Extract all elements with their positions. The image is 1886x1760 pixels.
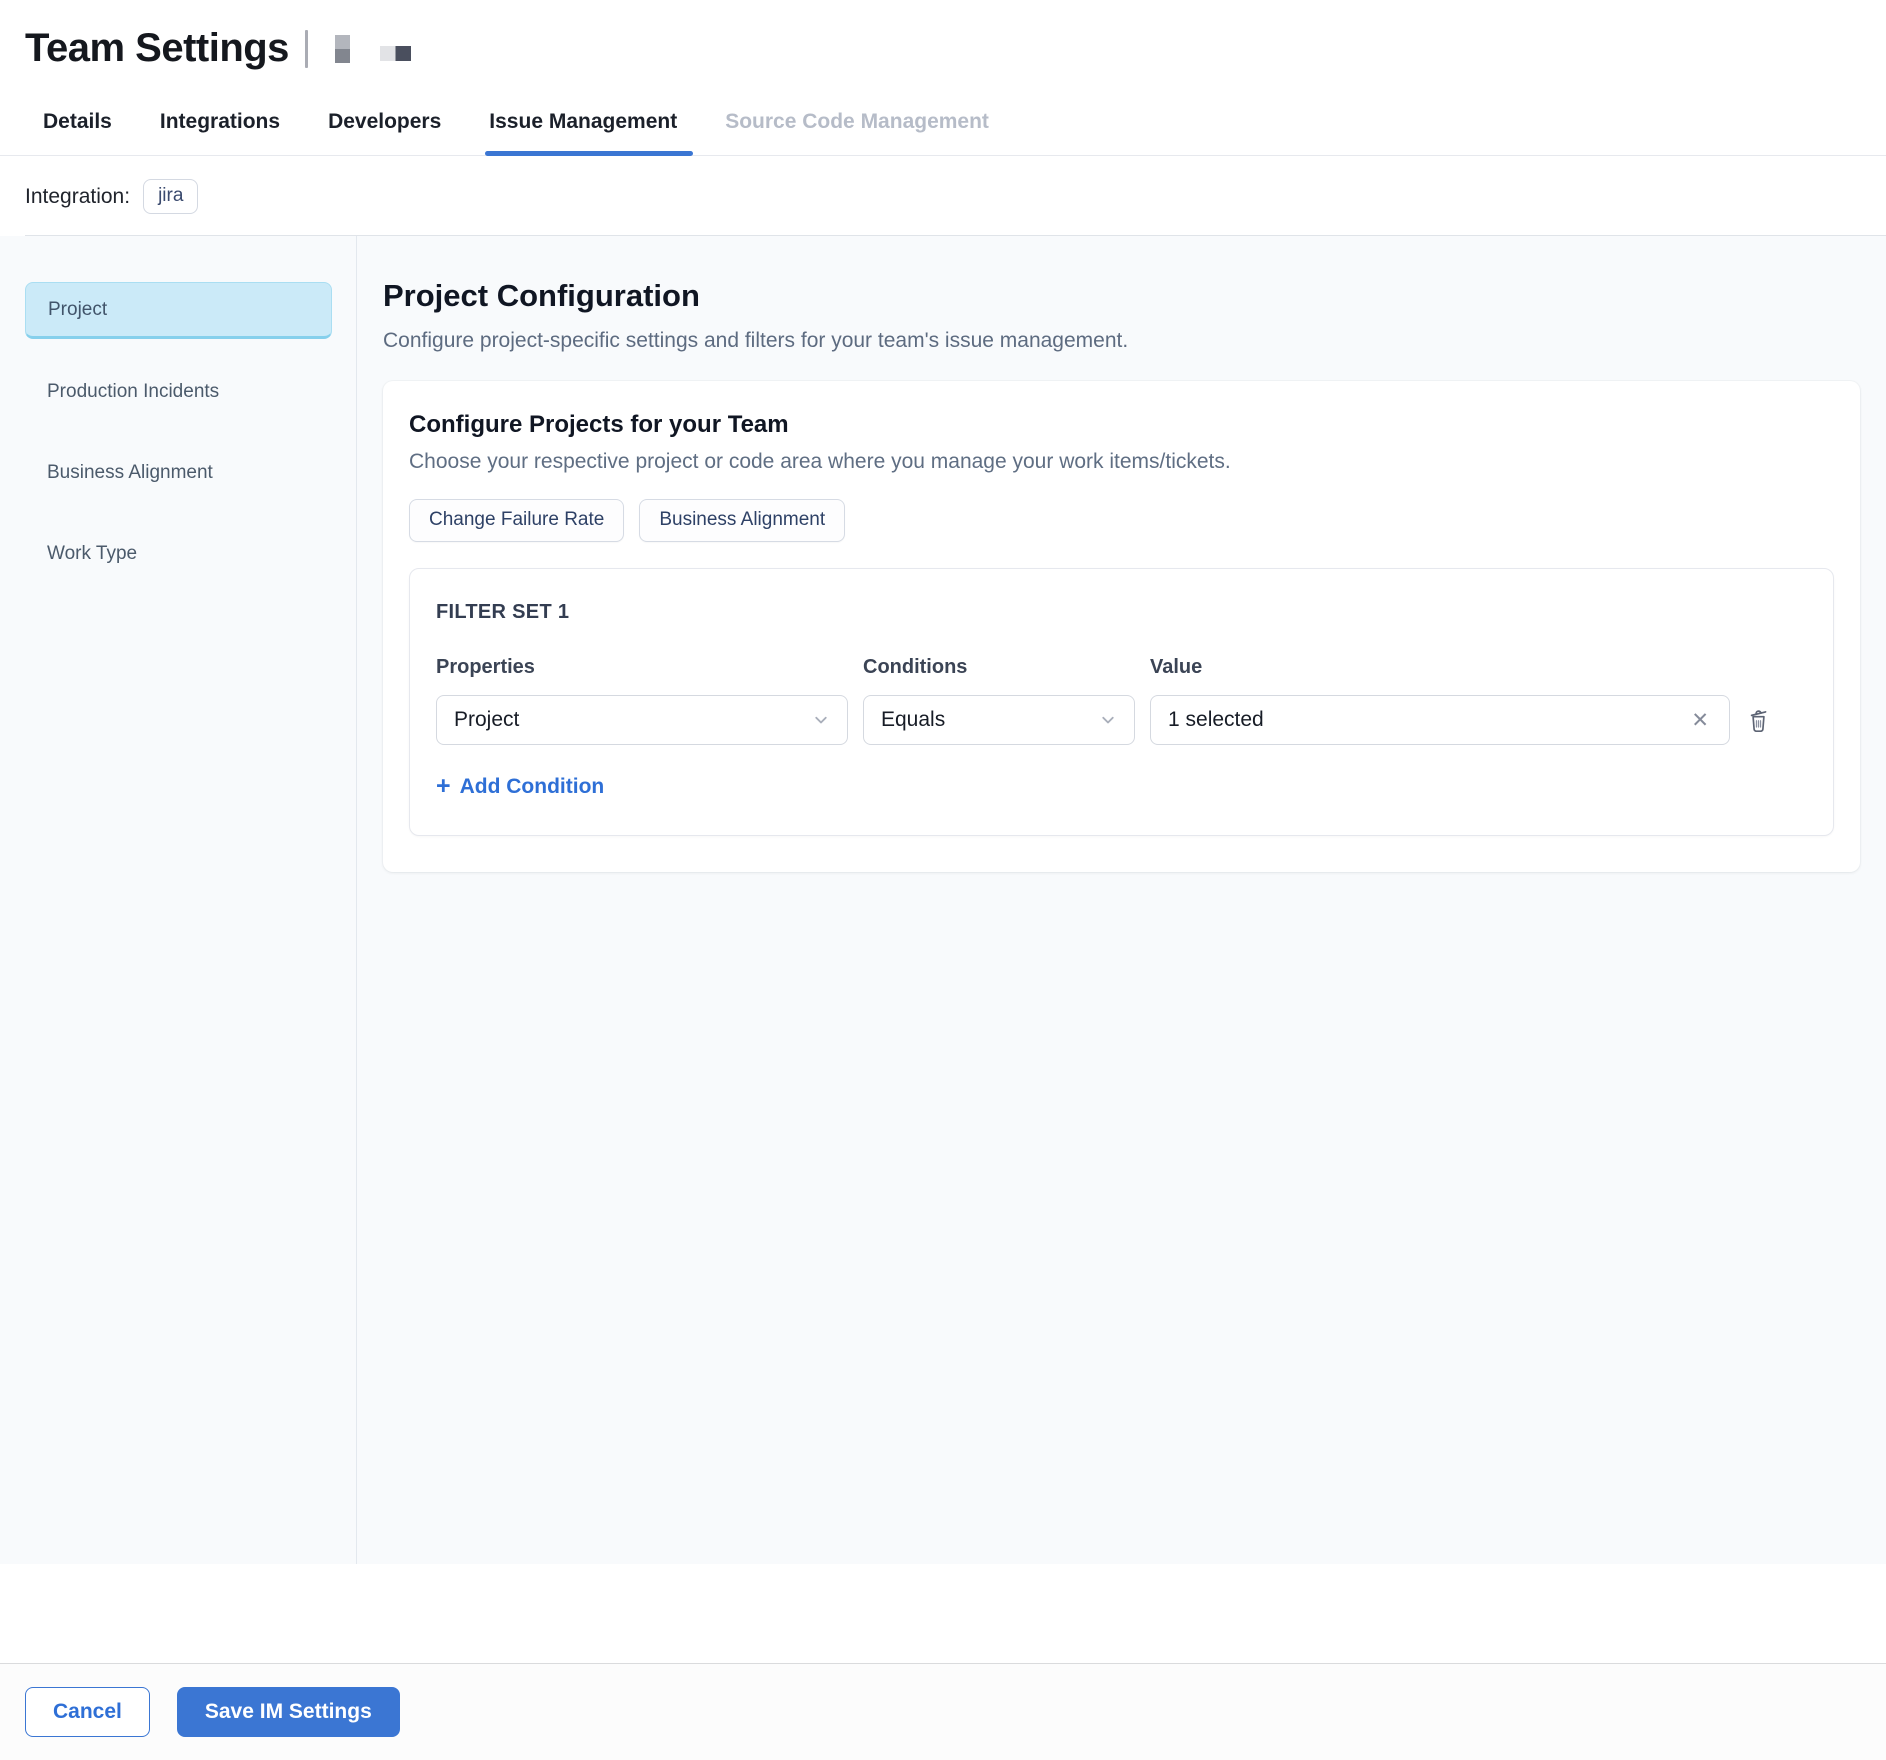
column-label-properties: Properties: [436, 656, 848, 679]
metric-chip-row: Change Failure Rate Business Alignment: [409, 499, 1834, 542]
chip-change-failure-rate[interactable]: Change Failure Rate: [409, 499, 624, 542]
trash-icon: [1745, 707, 1772, 734]
integration-row: Integration: jira: [0, 156, 1886, 235]
sidebar-item-production-incidents[interactable]: Production Incidents: [25, 363, 332, 420]
chevron-down-icon: [811, 710, 831, 730]
configure-projects-card: Configure Projects for your Team Choose …: [383, 381, 1860, 872]
filter-set-1: FILTER SET 1 Properties Conditions Value…: [409, 568, 1834, 836]
properties-select-value: Project: [454, 708, 519, 732]
title-separator: [305, 30, 308, 68]
tab-issue-management[interactable]: Issue Management: [487, 87, 679, 155]
page-header: Team Settings: [0, 0, 1886, 87]
tab-developers[interactable]: Developers: [326, 87, 443, 155]
tab-integrations[interactable]: Integrations: [158, 87, 282, 155]
section-title: Project Configuration: [383, 278, 1860, 314]
bottom-spacer: [0, 1564, 1886, 1663]
cancel-button[interactable]: Cancel: [25, 1687, 150, 1737]
integration-chip-jira[interactable]: jira: [143, 179, 198, 214]
redacted-team-badge: [335, 35, 350, 63]
sidebar-item-project[interactable]: Project: [25, 282, 332, 339]
tab-source-code-management[interactable]: Source Code Management: [723, 87, 991, 155]
properties-select[interactable]: Project: [436, 695, 848, 745]
redacted-team-name: [380, 46, 411, 61]
main-panel: Project Configuration Configure project-…: [357, 236, 1886, 1564]
conditions-select[interactable]: Equals: [863, 695, 1135, 745]
add-condition-label: Add Condition: [460, 775, 605, 799]
card-title: Configure Projects for your Team: [409, 411, 1834, 439]
column-label-value: Value: [1150, 656, 1730, 679]
value-select-text: 1 selected: [1168, 708, 1264, 732]
settings-tabbar: Details Integrations Developers Issue Ma…: [0, 87, 1886, 156]
sidebar-item-business-alignment[interactable]: Business Alignment: [25, 444, 332, 501]
value-multiselect[interactable]: 1 selected ✕: [1150, 695, 1730, 745]
content-area: Project Production Incidents Business Al…: [0, 236, 1886, 1564]
add-condition-button[interactable]: + Add Condition: [436, 775, 604, 799]
column-label-conditions: Conditions: [863, 656, 1135, 679]
settings-sidebar: Project Production Incidents Business Al…: [0, 236, 357, 1564]
filter-row: Properties Conditions Value Project Equa…: [436, 656, 1807, 745]
page-title: Team Settings: [25, 26, 289, 71]
section-subtitle: Configure project-specific settings and …: [383, 329, 1860, 353]
clear-value-icon[interactable]: ✕: [1687, 706, 1713, 735]
footer-actions: Cancel Save IM Settings: [0, 1663, 1886, 1760]
chip-business-alignment[interactable]: Business Alignment: [639, 499, 845, 542]
delete-filter-button[interactable]: [1745, 707, 1772, 734]
chevron-down-icon: [1098, 710, 1118, 730]
integration-label: Integration:: [25, 185, 130, 209]
save-im-settings-button[interactable]: Save IM Settings: [177, 1687, 400, 1737]
conditions-select-value: Equals: [881, 708, 945, 732]
plus-icon: +: [436, 774, 451, 799]
sidebar-item-work-type[interactable]: Work Type: [25, 525, 332, 582]
card-subtitle: Choose your respective project or code a…: [409, 450, 1834, 474]
filter-set-title: FILTER SET 1: [436, 601, 1807, 624]
tab-details[interactable]: Details: [41, 87, 114, 155]
